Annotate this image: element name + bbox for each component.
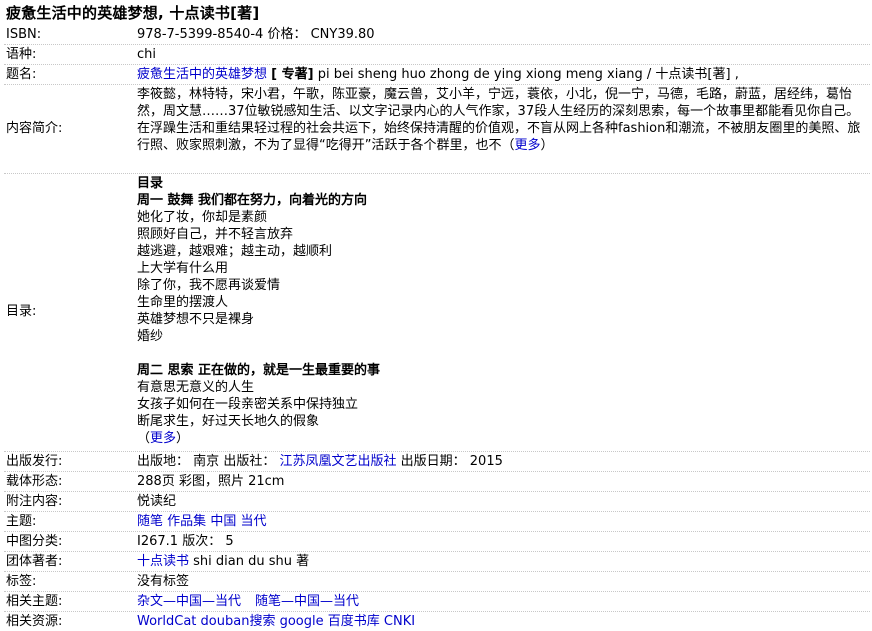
subject-link[interactable]: 作品集 — [167, 514, 206, 529]
subject-link[interactable]: 中国 — [210, 514, 236, 529]
toc-item: 越逃避，越艰难；越主动，越顺利 — [137, 244, 333, 259]
related-resources-value: WorldCat douban搜索 google 百度书库 CNKI — [137, 613, 867, 630]
toc-section-title: 周一 鼓舞 我们都在努力，向着光的方向 — [137, 193, 368, 208]
page-title: 疲惫生活中的英雄梦想, 十点读书[著] — [6, 4, 260, 22]
isbn-label: ISBN: — [6, 27, 42, 42]
divider — [4, 551, 870, 552]
tags-label: 标签: — [6, 574, 37, 589]
divider — [4, 84, 870, 85]
toc-heading: 目录 — [137, 176, 164, 191]
publisher-label: 出版社： — [223, 454, 276, 469]
cnki-link[interactable]: CNKI — [384, 614, 415, 629]
date-label: 出版日期： — [400, 454, 466, 469]
edition-label: 版次： — [182, 534, 222, 549]
toc-more: （更多） — [137, 430, 867, 447]
toc-item: 除了你，我不愿再谈爱情 — [137, 278, 281, 293]
clc-value: I267.1 版次： 5 — [137, 533, 867, 550]
divider — [4, 44, 870, 45]
toc-more-link[interactable]: 更多 — [150, 431, 176, 446]
toc-blank-line — [137, 345, 867, 362]
title-value: 疲惫生活中的英雄梦想 [ 专著] pi bei sheng huo zhong … — [137, 66, 867, 83]
toc-item: 生命里的摆渡人 — [137, 295, 229, 310]
publish-value: 出版地： 南京 出版社： 江苏凤凰文艺出版社 出版日期： 2015 — [137, 453, 867, 470]
clc-code: I267.1 — [137, 534, 179, 549]
toc-item: 断尾求生，好过天长地久的假象 — [137, 414, 320, 429]
toc-item: 上大学有什么用 — [137, 261, 229, 276]
corp-author-label: 团体著者: — [6, 554, 63, 569]
subject-link[interactable]: 随笔 — [137, 514, 163, 529]
toc-item: 英雄梦想不只是裸身 — [137, 312, 255, 327]
divider — [4, 471, 870, 472]
summary-label: 内容简介: — [6, 121, 63, 136]
toc-section-title: 周二 思索 正在做的，就是一生最重要的事 — [137, 363, 381, 378]
price-label: 价格： — [267, 27, 307, 42]
note-value: 悦读纪 — [137, 494, 177, 509]
toc-item: 婚纱 — [137, 329, 164, 344]
corp-author-link[interactable]: 十点读书 — [137, 554, 189, 569]
summary-value: 李筱懿，林特特，宋小君，午歌，陈亚豪，魔云兽，艾小羊，宁远，蓑依，小北，倪一宁，… — [137, 86, 867, 154]
divider — [4, 611, 870, 612]
toc-item: 她化了妆，你却是素颜 — [137, 210, 268, 225]
isbn-value: 978-7-5399-8540-4 价格： CNY39.80 — [137, 26, 867, 43]
summary-close: ） — [540, 138, 554, 153]
related-subjects-value: 杂文—中国—当代 随笔—中国—当代 — [137, 593, 867, 610]
related-subject-link[interactable]: 随笔—中国—当代 — [255, 594, 359, 609]
divider — [4, 571, 870, 572]
title-label: 题名: — [6, 67, 37, 82]
divider — [4, 64, 870, 65]
summary-text: 李筱懿，林特特，宋小君，午歌，陈亚豪，魔云兽，艾小羊，宁远，蓑依，小北，倪一宁，… — [137, 87, 861, 153]
isbn-number: 978-7-5399-8540-4 — [137, 27, 264, 42]
related-subject-link[interactable]: 杂文—中国—当代 — [137, 594, 241, 609]
subject-link[interactable]: 当代 — [240, 514, 266, 529]
tags-value: 没有标签 — [137, 574, 190, 589]
divider — [4, 173, 870, 174]
price-value: CNY39.80 — [310, 27, 375, 42]
toc-item: 照顾好自己，并不轻言放弃 — [137, 227, 294, 242]
publish-label: 出版发行: — [6, 454, 63, 469]
title-pinyin: pi bei sheng huo zhong de ying xiong men… — [313, 67, 739, 82]
google-link[interactable]: google — [280, 614, 324, 629]
divider — [4, 451, 870, 452]
language-label: 语种: — [6, 47, 37, 62]
clc-label: 中图分类: — [6, 534, 63, 549]
corp-author-value: 十点读书 shi dian du shu 著 — [137, 553, 867, 570]
worldcat-link[interactable]: WorldCat — [137, 614, 196, 629]
toc-value: 目录 周一 鼓舞 我们都在努力，向着光的方向 她化了妆，你却是素颜 照顾好自己，… — [137, 175, 867, 447]
toc-more-open: （ — [137, 431, 151, 446]
divider — [4, 591, 870, 592]
place-label: 出版地： — [137, 454, 190, 469]
edition-value: 5 — [225, 534, 234, 549]
form-label: 载体形态: — [6, 474, 63, 489]
toc-more-close: ） — [176, 431, 190, 446]
summary-more-link[interactable]: 更多 — [514, 138, 540, 153]
note-label: 附注内容: — [6, 494, 63, 509]
divider — [4, 491, 870, 492]
form-value: 288页 彩图，照片 21cm — [137, 474, 285, 489]
related-resources-label: 相关资源: — [6, 614, 63, 629]
douban-search-link[interactable]: douban搜索 — [201, 614, 276, 629]
toc-item: 有意思无意义的人生 — [137, 380, 255, 395]
subject-label: 主题: — [6, 514, 37, 529]
divider — [4, 531, 870, 532]
baidu-books-link[interactable]: 百度书库 — [328, 614, 380, 629]
corp-author-rest: shi dian du shu 著 — [189, 554, 310, 569]
doc-type: [ 专著] — [271, 67, 314, 82]
date-value: 2015 — [469, 454, 503, 469]
related-subjects-label: 相关主题: — [6, 594, 63, 609]
publisher-link[interactable]: 江苏凤凰文艺出版社 — [279, 454, 396, 469]
place-value: 南京 — [193, 454, 220, 469]
toc-item: 女孩子如何在一段亲密关系中保持独立 — [137, 397, 359, 412]
divider — [4, 511, 870, 512]
toc-label: 目录: — [6, 304, 37, 319]
language-value: chi — [137, 47, 156, 62]
subject-value: 随笔 作品集 中国 当代 — [137, 513, 867, 530]
title-link[interactable]: 疲惫生活中的英雄梦想 — [137, 67, 267, 82]
